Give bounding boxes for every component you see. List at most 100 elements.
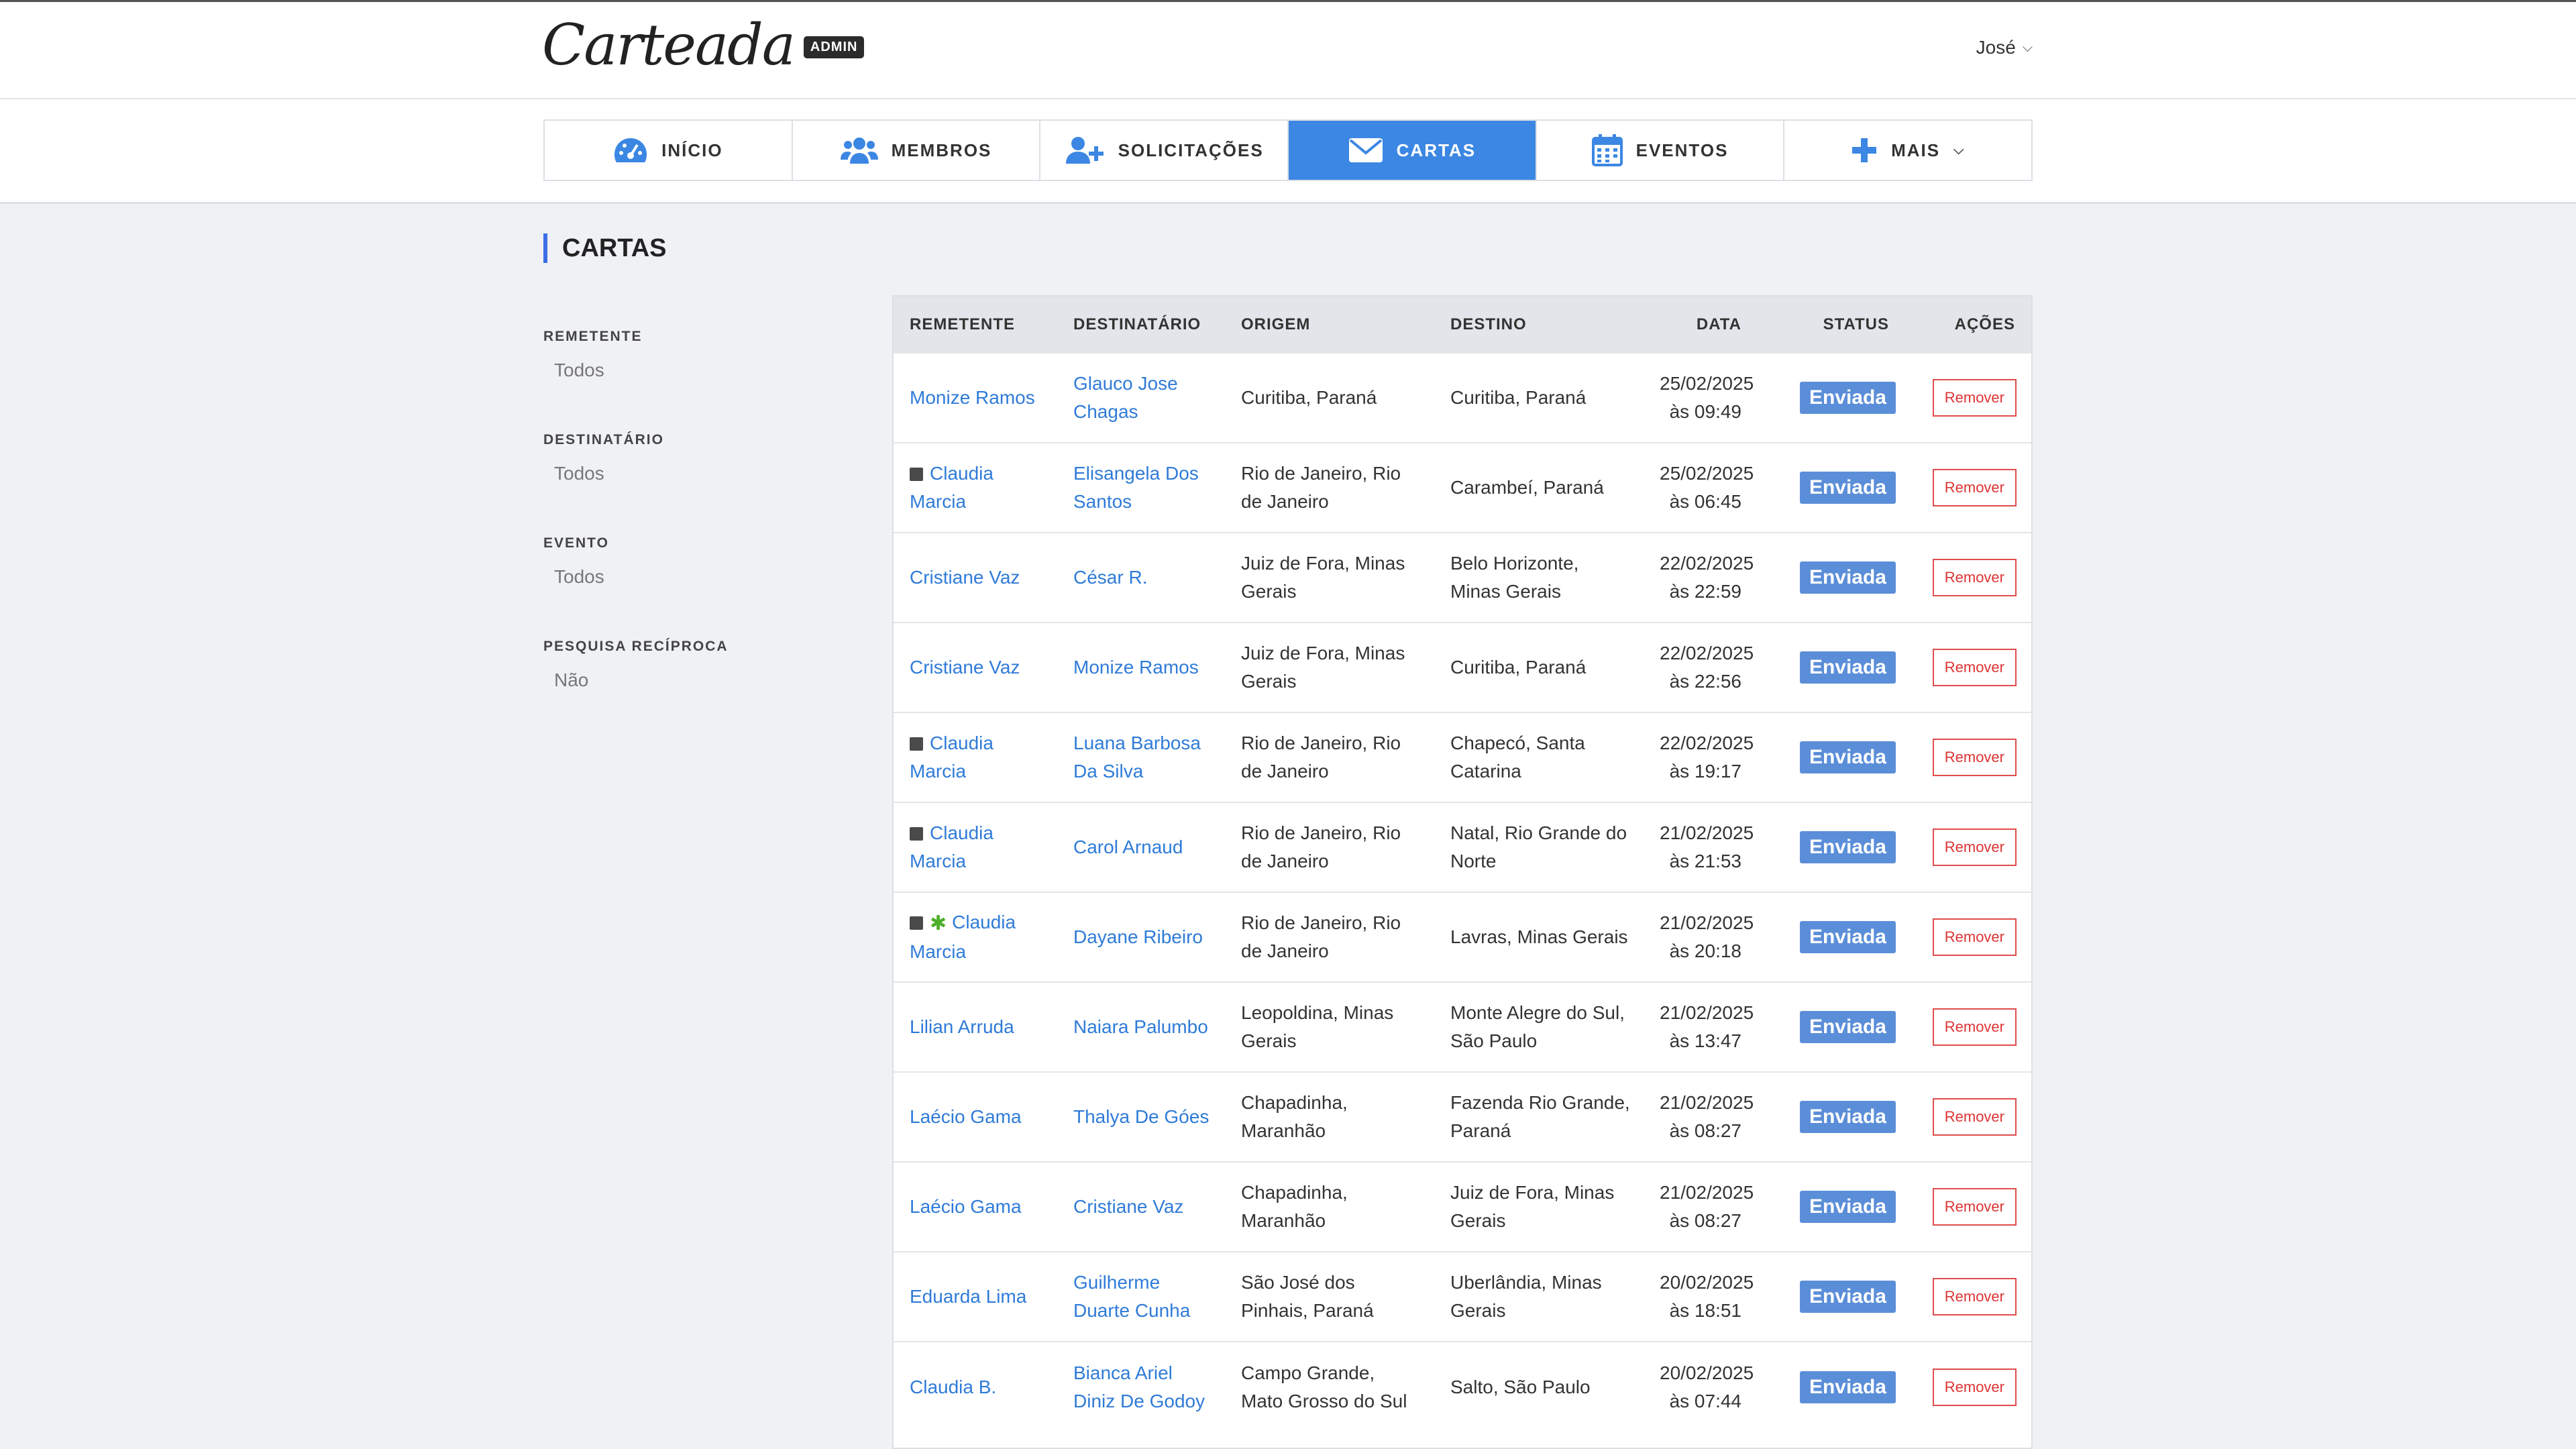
recipient-cell: Dayane Ribeiro <box>1057 892 1225 982</box>
table-row: Lilian Arruda Naiara Palumbo Leopoldina, M… <box>894 982 2031 1072</box>
destination-cell: Carambeí, Paraná <box>1450 477 1604 498</box>
envelope-icon <box>1348 137 1383 164</box>
status-badge: Enviada <box>1799 1371 1896 1403</box>
filter-group: REMETENTE Todos <box>543 329 812 381</box>
recipient-cell: Carol Arnaud <box>1057 802 1225 892</box>
remove-button[interactable]: Remover <box>1932 1188 2017 1226</box>
sender-link[interactable]: Cristiane Vaz <box>910 567 1020 588</box>
status-badge: Enviada <box>1799 831 1896 863</box>
remove-button[interactable]: Remover <box>1932 379 2017 417</box>
table-row: Cristiane Vaz César R. Juiz de Fora, Minas… <box>894 533 2031 623</box>
recipient-link[interactable]: Bianca Ariel Diniz De Godoy <box>1073 1362 1205 1411</box>
user-plus-icon <box>1065 136 1105 165</box>
date-value: 21/02/2025 <box>1660 1092 1754 1113</box>
nav-tab-membros[interactable]: MEMBROS <box>793 121 1041 180</box>
user-menu[interactable]: José ⌵ <box>1976 37 2033 58</box>
actions-cell: Remover <box>1905 1342 2031 1432</box>
time-value: às 08:27 <box>1669 1210 1741 1231</box>
date-value: 20/02/2025 <box>1660 1362 1754 1383</box>
remove-button[interactable]: Remover <box>1932 649 2017 686</box>
sender-link[interactable]: Claudia B. <box>910 1377 996 1397</box>
filter-label: REMETENTE <box>543 329 643 344</box>
sender-link[interactable]: Eduarda Lima <box>910 1286 1026 1307</box>
sender-link[interactable]: Claudia Marcia <box>910 912 1016 962</box>
table-row: Claudia Marcia Carol Arnaud Rio de Janeiro… <box>894 802 2031 892</box>
origin-cell: Rio de Janeiro, Rio de Janeiro <box>1241 912 1401 961</box>
status-badge: Enviada <box>1799 921 1896 953</box>
filter-value[interactable]: Todos <box>554 566 812 588</box>
status-cell: Enviada <box>1758 1342 1905 1432</box>
date-value: 22/02/2025 <box>1660 643 1754 663</box>
recipient-cell: Luana Barbosa Da Silva <box>1057 712 1225 802</box>
nav-tab-solicitacoes[interactable]: SOLICITAÇÕES <box>1040 121 1289 180</box>
date-value: 22/02/2025 <box>1660 733 1754 753</box>
logo[interactable]: Carteada ADMIN <box>542 17 865 73</box>
remove-button[interactable]: Remover <box>1932 1278 2017 1316</box>
letters-table: REMETENTE DESTINATÁRIO ORIGEM DESTINO DATA ST… <box>894 297 2031 1432</box>
sender-link[interactable]: Laécio Gama <box>910 1106 1022 1127</box>
filter-value[interactable]: Todos <box>554 360 812 381</box>
note-icon <box>910 468 923 481</box>
actions-cell: Remover <box>1905 353 2031 443</box>
remove-button[interactable]: Remover <box>1932 1008 2017 1046</box>
recipient-link[interactable]: Thalya De Góes <box>1073 1106 1209 1127</box>
actions-cell: Remover <box>1905 982 2031 1072</box>
recipient-link[interactable]: Elisangela Dos Santos <box>1073 463 1199 512</box>
app-root: Carteada ADMIN José ⌵ INÍCIO MEMBROS SOLIC… <box>0 0 2576 1449</box>
remove-button[interactable]: Remover <box>1932 469 2017 506</box>
destination-cell: Curitiba, Paraná <box>1450 657 1587 678</box>
status-badge: Enviada <box>1799 741 1896 773</box>
sender-link[interactable]: Cristiane Vaz <box>910 657 1020 678</box>
recipient-link[interactable]: César R. <box>1073 567 1147 588</box>
time-value: às 08:27 <box>1669 1120 1741 1141</box>
date-value: 21/02/2025 <box>1660 822 1754 843</box>
sender-cell: Claudia B. <box>894 1342 1057 1432</box>
column-header: AÇÕES <box>1954 315 2015 333</box>
nav-tab-inicio[interactable]: INÍCIO <box>545 121 793 180</box>
remove-button[interactable]: Remover <box>1932 828 2017 866</box>
recipient-cell: Guilherme Duarte Cunha <box>1057 1252 1225 1342</box>
remove-button[interactable]: Remover <box>1932 918 2017 956</box>
table-row: Eduarda Lima Guilherme Duarte Cunha São Jo… <box>894 1252 2031 1342</box>
status-cell: Enviada <box>1758 1252 1905 1342</box>
destination-cell: Monte Alegre do Sul, São Paulo <box>1450 1002 1625 1051</box>
recipient-link[interactable]: Dayane Ribeiro <box>1073 926 1203 947</box>
origin-cell: Curitiba, Paraná <box>1241 387 1377 408</box>
nav-tab-cartas[interactable]: CARTAS <box>1289 121 1537 180</box>
recipient-link[interactable]: Luana Barbosa Da Silva <box>1073 733 1201 782</box>
remove-button[interactable]: Remover <box>1932 739 2017 776</box>
column-header: REMETENTE <box>910 315 1016 333</box>
status-cell: Enviada <box>1758 1162 1905 1252</box>
sender-cell: Claudia Marcia <box>894 443 1057 533</box>
nav-tab-eventos[interactable]: EVENTOS <box>1537 121 1785 180</box>
filter-value[interactable]: Não <box>554 669 812 691</box>
remove-button[interactable]: Remover <box>1932 1098 2017 1136</box>
sender-cell: Laécio Gama <box>894 1072 1057 1162</box>
recipient-link[interactable]: Monize Ramos <box>1073 657 1199 678</box>
recipient-link[interactable]: Glauco Jose Chagas <box>1073 373 1178 422</box>
origin-cell: Rio de Janeiro, Rio de Janeiro <box>1241 822 1401 871</box>
recipient-link[interactable]: Carol Arnaud <box>1073 837 1183 857</box>
status-badge: Enviada <box>1799 382 1896 414</box>
recipient-link[interactable]: Guilherme Duarte Cunha <box>1073 1272 1190 1321</box>
filter-label: EVENTO <box>543 535 609 551</box>
destination-cell: Salto, São Paulo <box>1450 1376 1591 1397</box>
date-value: 20/02/2025 <box>1660 1272 1754 1293</box>
sender-link[interactable]: Laécio Gama <box>910 1196 1022 1217</box>
sender-cell: Monize Ramos <box>894 353 1057 443</box>
page-title: CARTAS <box>543 233 667 263</box>
origin-cell: Rio de Janeiro, Rio de Janeiro <box>1241 463 1401 512</box>
nav-tab-mais[interactable]: MAIS ⌵ <box>1784 121 2031 180</box>
table-row: ✱ Claudia Marcia Dayane Ribeiro Rio de Jane… <box>894 892 2031 982</box>
time-value: às 22:59 <box>1669 581 1741 602</box>
sender-link[interactable]: Monize Ramos <box>910 387 1035 408</box>
chevron-down-icon: ⌵ <box>2022 40 2033 55</box>
remove-button[interactable]: Remover <box>1932 559 2017 596</box>
date-cell: 25/02/2025 às 09:49 <box>1644 353 1758 443</box>
chevron-down-icon: ⌵ <box>1953 142 1966 158</box>
remove-button[interactable]: Remover <box>1932 1368 2017 1406</box>
sender-link[interactable]: Lilian Arruda <box>910 1016 1014 1037</box>
recipient-link[interactable]: Cristiane Vaz <box>1073 1196 1183 1217</box>
recipient-link[interactable]: Naiara Palumbo <box>1073 1016 1208 1037</box>
filter-value[interactable]: Todos <box>554 463 812 484</box>
